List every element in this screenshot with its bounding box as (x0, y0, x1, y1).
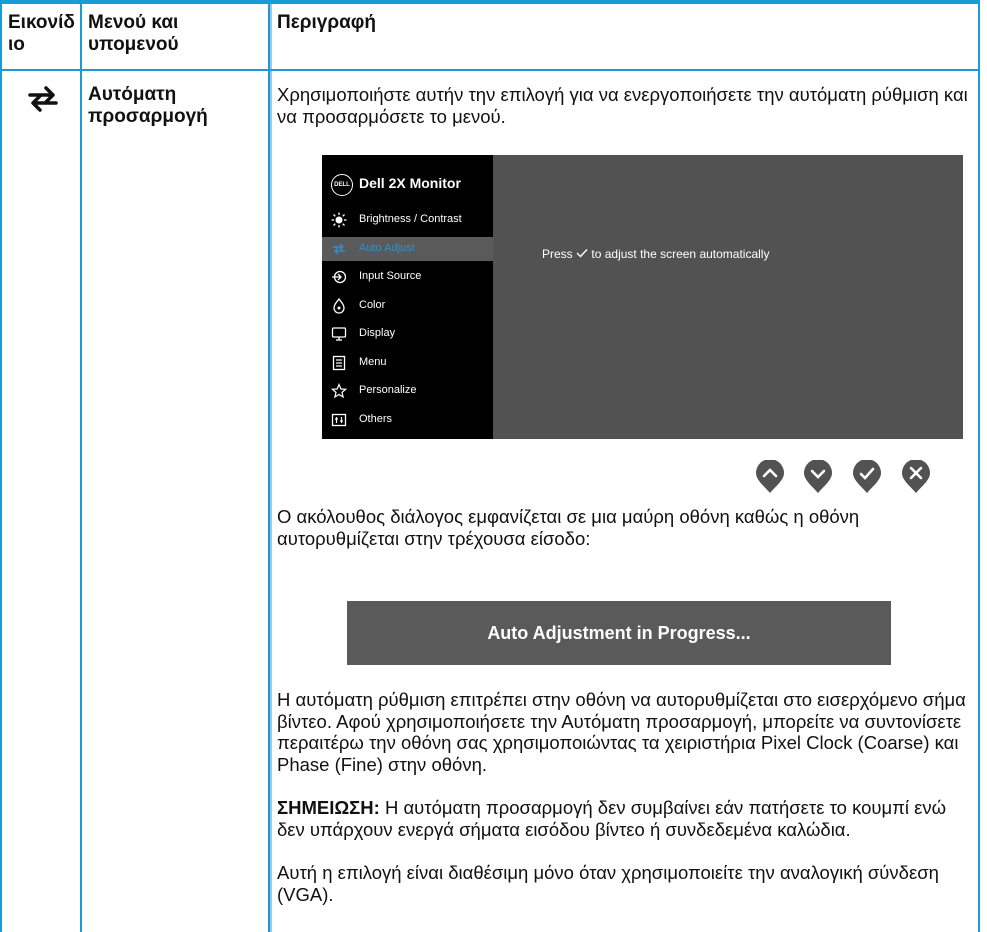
check-icon (853, 459, 881, 493)
others-icon (331, 412, 347, 428)
input-source-icon (331, 269, 347, 285)
header-divider (0, 69, 980, 71)
intro-text: Χρησιμοποιήστε αυτήν την επιλογή για να … (277, 84, 968, 127)
menu-label: Αυτόματη προσαρμογή (88, 84, 208, 127)
header-menu-col: Μενού και υπομενού (88, 12, 179, 55)
osd-item-others[interactable]: Others (322, 408, 493, 432)
auto-adjust-progress-dialog: Auto Adjustment in Progress... (347, 601, 891, 665)
note-text: ΣΗΜΕΙΩΣΗ: Η αυτόματη προσαρμογή δεν συμβ… (277, 797, 947, 840)
osd-item-display[interactable]: Display (322, 322, 493, 346)
osd-item-input-source[interactable]: Input Source (322, 265, 493, 289)
osd-message: Press to adjust the screen automatically (542, 247, 770, 261)
auto-adjust-icon (26, 84, 60, 114)
table-border-left (0, 4, 2, 932)
down-icon (804, 459, 832, 493)
close-icon (902, 459, 930, 493)
brightness-icon (331, 212, 347, 228)
auto-adjust-icon (331, 241, 347, 257)
check-icon (576, 247, 591, 261)
exit-button[interactable] (901, 459, 931, 494)
osd-title: Dell 2X Monitor (359, 175, 461, 191)
display-icon (331, 326, 347, 342)
osd-item-menu[interactable]: Menu (322, 351, 493, 375)
color-icon (331, 297, 347, 314)
osd-item-color[interactable]: Color (322, 294, 493, 318)
star-icon (330, 382, 348, 399)
header-desc-col: Περιγραφή (277, 12, 376, 33)
menu-table: Εικονίδιο Μενού και υπομενού Περιγραφή Α… (0, 0, 980, 932)
up-icon (756, 459, 784, 493)
table-border-right (978, 4, 980, 932)
header-icon-col: Εικονίδιο (8, 12, 75, 55)
down-button[interactable] (803, 459, 833, 494)
table-divider-1 (80, 4, 82, 932)
osd-item-personalize[interactable]: Personalize (322, 379, 493, 403)
up-button[interactable] (755, 459, 785, 494)
table-divider-2b (270, 4, 272, 932)
osd-item-brightness[interactable]: Brightness / Contrast (322, 208, 493, 232)
dialog-intro-text: Ο ακόλουθος διάλογος εμφανίζεται σε μια … (277, 506, 860, 549)
confirm-button[interactable] (852, 459, 882, 494)
menu-icon (331, 355, 347, 371)
osd-sidebar: DELL Dell 2X Monitor Brightness / Contra… (322, 155, 493, 439)
osd-item-auto-adjust[interactable]: Auto Adjust (322, 237, 493, 261)
body-text: Η αυτόματη ρύθμιση επιτρέπει στην οθόνη … (277, 689, 966, 775)
vga-note-text: Αυτή η επιλογή είναι διαθέσιμη μόνο όταν… (277, 862, 939, 905)
dell-logo: DELL (331, 174, 353, 196)
osd-screenshot: DELL Dell 2X Monitor Brightness / Contra… (322, 155, 963, 439)
note-label: ΣΗΜΕΙΩΣΗ: (277, 797, 380, 818)
